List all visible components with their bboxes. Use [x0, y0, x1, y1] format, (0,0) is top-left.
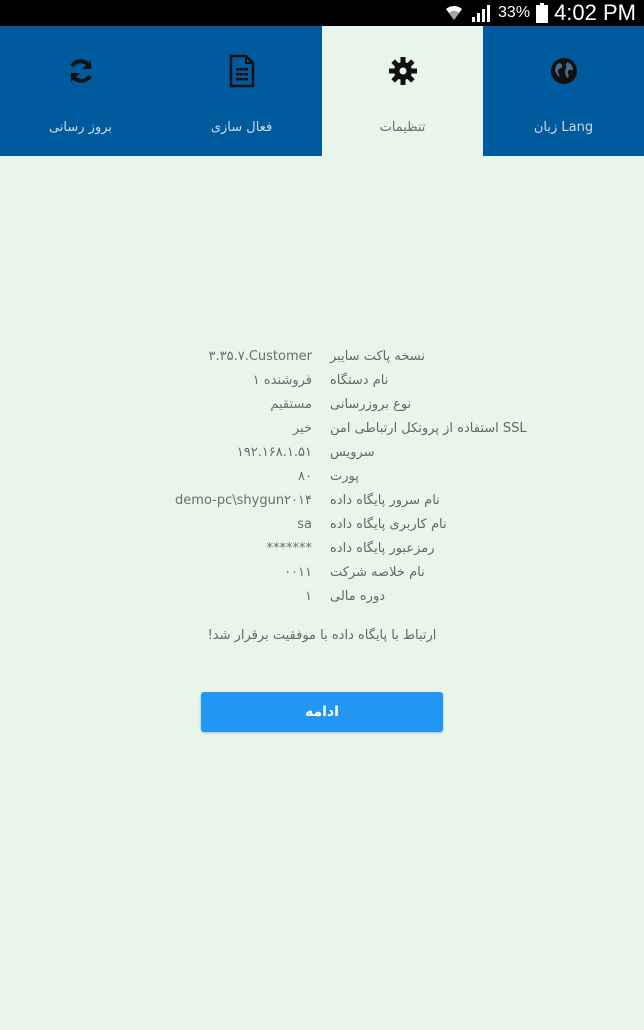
info-key: استفاده از پروتکل ارتباطی امن SSL	[330, 420, 527, 436]
info-value: ۱	[305, 588, 312, 604]
continue-button[interactable]: ادامه	[201, 692, 443, 732]
info-key: رمزعبور پایگاه داده	[330, 540, 435, 556]
info-row: ۰۰۱۱ نام خلاصه شرکت	[0, 560, 644, 584]
status-bar: 33% 4:02 PM	[0, 0, 644, 26]
info-key: نام دستگاه	[330, 372, 389, 388]
info-key: سرویس	[330, 444, 375, 460]
tab-language[interactable]: زبان Lang	[483, 26, 644, 156]
clock: 4:02 PM	[554, 0, 636, 25]
info-key: نام کاربری پایگاه داده	[330, 516, 447, 532]
info-row: مستقیم نوع بروزرسانی	[0, 392, 644, 416]
info-row: ۱ دوره مالی	[0, 584, 644, 608]
info-key: دوره مالی	[330, 588, 386, 604]
tab-label: بروز رسانی	[48, 120, 113, 135]
info-row: sa نام کاربری پایگاه داده	[0, 512, 644, 536]
info-value: sa	[297, 516, 312, 532]
connection-info: ۳.۳۵.۷.Customer نسخه پاکت سایبر فروشنده …	[0, 344, 644, 608]
wifi-icon	[444, 4, 464, 22]
globe-icon	[547, 54, 581, 88]
info-value: demo-pc\shygun۲۰۱۴	[175, 492, 312, 508]
info-value: ۱۹۲.۱۶۸.۱.۵۱	[236, 444, 312, 460]
info-key: نام خلاصه شرکت	[330, 564, 425, 580]
info-row: ۳.۳۵.۷.Customer نسخه پاکت سایبر	[0, 344, 644, 368]
refresh-icon	[64, 54, 98, 88]
tab-label: فعال سازی	[210, 120, 273, 135]
info-value: فروشنده ۱	[252, 372, 312, 388]
signal-icon	[470, 4, 492, 22]
tab-update[interactable]: بروز رسانی	[0, 26, 161, 156]
info-row: خیر استفاده از پروتکل ارتباطی امن SSL	[0, 416, 644, 440]
info-row: ******* رمزعبور پایگاه داده	[0, 536, 644, 560]
info-value: مستقیم	[270, 396, 312, 412]
battery-icon	[536, 3, 549, 23]
info-value: *******	[266, 540, 313, 556]
info-key: نام سرور پایگاه داده	[330, 492, 440, 508]
tab-activation[interactable]: فعال سازی	[161, 26, 322, 156]
info-row: فروشنده ۱ نام دستگاه	[0, 368, 644, 392]
info-key: پورت	[330, 468, 359, 484]
tab-settings[interactable]: تنظیمات	[322, 26, 483, 156]
info-value: ۰۰۱۱	[284, 564, 312, 580]
info-row: ۸۰ پورت	[0, 464, 644, 488]
info-key: نوع بروزرسانی	[330, 396, 412, 412]
info-row: ۱۹۲.۱۶۸.۱.۵۱ سرویس	[0, 440, 644, 464]
tab-bar: بروز رسانی فعال سازی تنظیمات زبان Lang	[0, 26, 644, 156]
battery-percent: 33%	[498, 4, 531, 21]
info-value: ۸۰	[298, 468, 312, 484]
tab-label: زبان Lang	[533, 120, 594, 135]
tab-label: تنظیمات	[379, 120, 426, 135]
info-value: ۳.۳۵.۷.Customer	[208, 348, 312, 364]
info-row: demo-pc\shygun۲۰۱۴ نام سرور پایگاه داده	[0, 488, 644, 512]
connection-success-message: ارتباط با پایگاه داده با موفقیت برقرار ش…	[207, 628, 437, 643]
document-icon	[225, 54, 259, 88]
info-key: نسخه پاکت سایبر	[330, 348, 425, 364]
info-value: خیر	[292, 420, 312, 436]
gear-icon	[386, 54, 420, 88]
